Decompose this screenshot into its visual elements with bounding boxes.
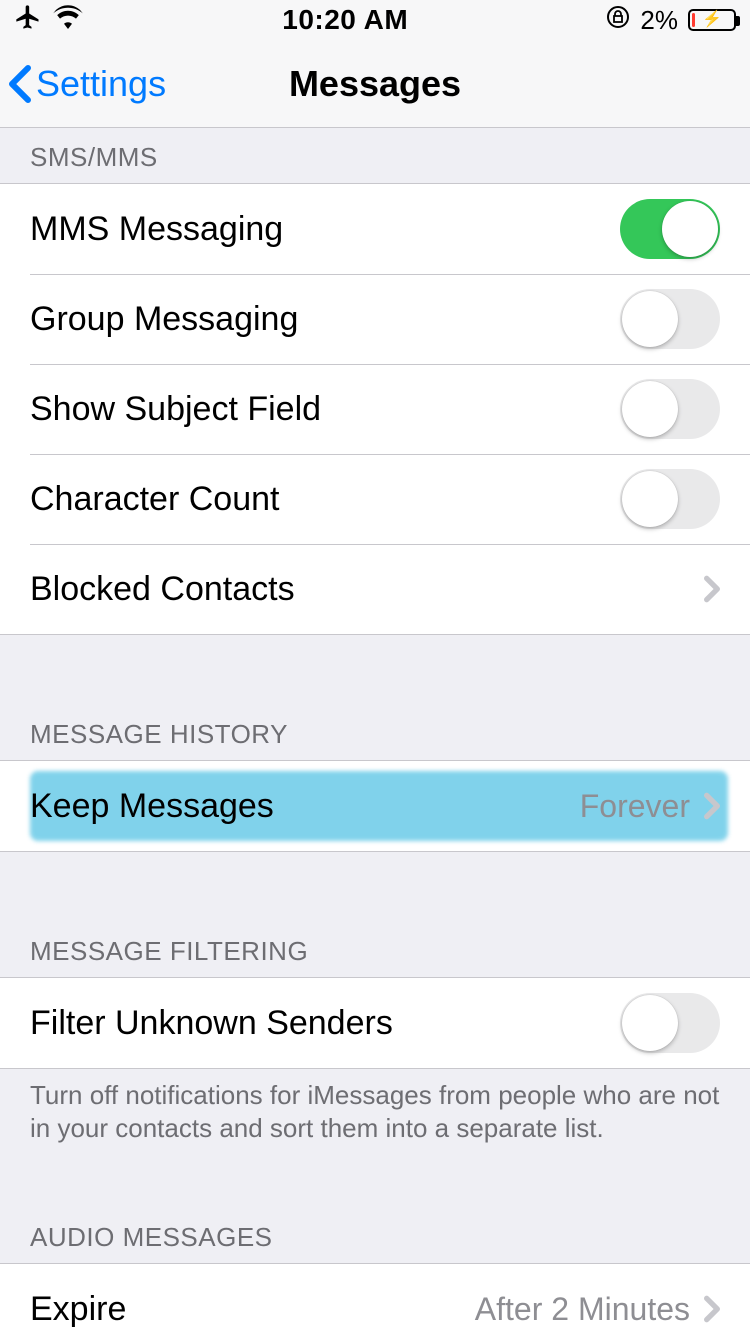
battery-percent: 2% xyxy=(640,5,678,36)
row-label: Blocked Contacts xyxy=(30,570,295,609)
row-label: Character Count xyxy=(30,480,279,519)
wifi-icon xyxy=(52,5,84,36)
row-character-count[interactable]: Character Count xyxy=(0,454,750,544)
switch-filter-unknown[interactable] xyxy=(620,993,720,1053)
back-button[interactable]: Settings xyxy=(8,40,166,127)
orientation-lock-icon xyxy=(606,5,630,36)
chevron-right-icon xyxy=(704,575,720,603)
battery-icon: ⚡ xyxy=(688,9,736,31)
section-header-message-filtering: MESSAGE FILTERING xyxy=(0,922,750,977)
page-title: Messages xyxy=(289,63,461,105)
section-header-message-history: MESSAGE HISTORY xyxy=(0,705,750,760)
row-label: Group Messaging xyxy=(30,300,298,339)
row-blocked-contacts[interactable]: Blocked Contacts xyxy=(0,544,750,634)
row-keep-messages[interactable]: Keep Messages Forever xyxy=(0,761,750,851)
chevron-right-icon xyxy=(704,1295,720,1323)
switch-group-messaging[interactable] xyxy=(620,289,720,349)
chevron-left-icon xyxy=(8,64,32,104)
status-time: 10:20 AM xyxy=(282,4,408,36)
switch-mms-messaging[interactable] xyxy=(620,199,720,259)
row-mms-messaging[interactable]: MMS Messaging xyxy=(0,184,750,274)
airplane-mode-icon xyxy=(14,3,42,38)
row-label: MMS Messaging xyxy=(30,210,283,249)
row-expire[interactable]: Expire After 2 Minutes xyxy=(0,1264,750,1334)
switch-show-subject-field[interactable] xyxy=(620,379,720,439)
group-sms-mms: MMS Messaging Group Messaging Show Subje… xyxy=(0,183,750,635)
group-message-history: Keep Messages Forever xyxy=(0,760,750,852)
group-audio-messages: Expire After 2 Minutes Raise to Listen xyxy=(0,1263,750,1334)
back-label: Settings xyxy=(36,63,166,105)
row-value: Forever xyxy=(580,788,690,825)
row-label: Filter Unknown Senders xyxy=(30,1004,393,1043)
section-header-sms-mms: SMS/MMS xyxy=(0,128,750,183)
switch-character-count[interactable] xyxy=(620,469,720,529)
row-label: Expire xyxy=(30,1290,126,1329)
charging-bolt-icon: ⚡ xyxy=(702,12,722,28)
group-message-filtering: Filter Unknown Senders xyxy=(0,977,750,1069)
nav-bar: Settings Messages xyxy=(0,40,750,128)
row-show-subject-field[interactable]: Show Subject Field xyxy=(0,364,750,454)
row-label: Keep Messages xyxy=(30,787,274,826)
row-group-messaging[interactable]: Group Messaging xyxy=(0,274,750,364)
row-label: Show Subject Field xyxy=(30,390,321,429)
status-bar: 10:20 AM 2% ⚡ xyxy=(0,0,750,40)
section-header-audio-messages: AUDIO MESSAGES xyxy=(0,1208,750,1263)
section-footer-message-filtering: Turn off notifications for iMessages fro… xyxy=(0,1069,750,1158)
row-filter-unknown-senders[interactable]: Filter Unknown Senders xyxy=(0,978,750,1068)
row-value: After 2 Minutes xyxy=(475,1291,690,1328)
chevron-right-icon xyxy=(704,792,720,820)
